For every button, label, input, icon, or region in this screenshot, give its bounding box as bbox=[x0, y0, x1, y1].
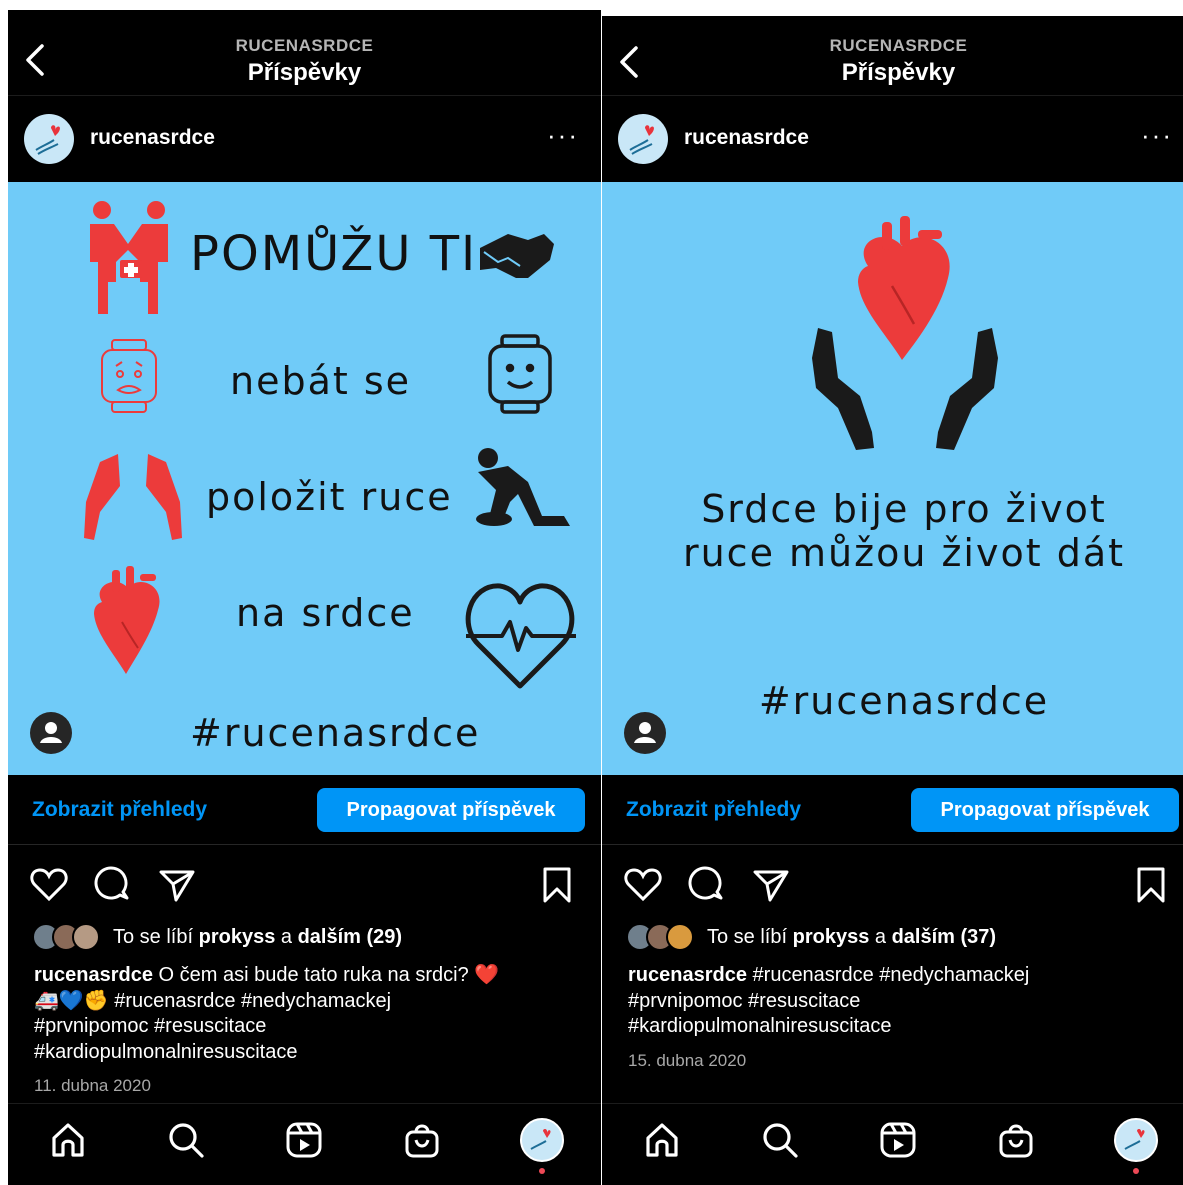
post-header: rucenasrdce ··· bbox=[602, 96, 1183, 182]
liker-avatar bbox=[72, 923, 100, 951]
liker-username[interactable]: prokyss bbox=[199, 926, 276, 948]
promote-button[interactable]: Propagovat příspěvek bbox=[317, 788, 585, 832]
post-date: 15. dubna 2020 bbox=[628, 1051, 747, 1070]
search-icon[interactable] bbox=[758, 1118, 802, 1162]
comment-icon[interactable] bbox=[92, 864, 134, 906]
caption-text-line: O čem asi bude tato ruka na srdci? ❤️ bbox=[158, 964, 500, 986]
caption-text-line: #prvnipomoc #resuscitace bbox=[628, 989, 861, 1012]
likes-summary[interactable]: To se líbí prokyss a dalším (37) bbox=[626, 921, 1183, 953]
post-line-2: ruce můžou život dát bbox=[683, 531, 1125, 575]
reels-icon[interactable] bbox=[282, 1118, 326, 1162]
account-name[interactable]: rucenasrdce bbox=[90, 126, 215, 150]
likes-text: To se líbí prokyss a dalším (29) bbox=[113, 925, 403, 948]
hands-icon bbox=[84, 454, 182, 540]
header-account: RUCENASRDCE bbox=[235, 36, 374, 55]
header-titles: RUCENASRDCE Příspěvky bbox=[602, 36, 1183, 87]
liker-avatars bbox=[32, 923, 107, 951]
cpr-icon bbox=[476, 448, 570, 526]
caption-text-line: #rucenasrdce #nedychamackej bbox=[752, 964, 1030, 986]
avatar[interactable] bbox=[24, 114, 74, 164]
caption-text-line: #kardiopulmonalniresuscitace bbox=[628, 1015, 892, 1037]
heartbeat-icon bbox=[465, 583, 576, 689]
post-screen-left: RUCENASRDCE Příspěvky rucenasrdce ··· PO… bbox=[8, 10, 601, 1185]
caption-text-line: 🚑💙✊ #rucenasrdce #nedychamackej bbox=[34, 989, 392, 1012]
shop-icon[interactable] bbox=[994, 1118, 1038, 1162]
header-account: RUCENASRDCE bbox=[829, 36, 968, 55]
post-line-1: POMŮŽU TI bbox=[190, 225, 477, 282]
post-line-3: položit ruce bbox=[206, 475, 453, 519]
header-titles: RUCENASRDCE Příspěvky bbox=[8, 36, 601, 87]
search-icon[interactable] bbox=[164, 1118, 208, 1162]
post-line-1: Srdce bije pro život bbox=[701, 487, 1107, 531]
liker-avatars bbox=[626, 923, 701, 951]
like-heart-icon[interactable] bbox=[28, 864, 70, 906]
post-actions bbox=[602, 860, 1183, 910]
post-hashtag: #rucenasrdce bbox=[190, 711, 480, 755]
liker-avatar bbox=[666, 923, 694, 951]
more-options-icon[interactable]: ··· bbox=[547, 122, 579, 148]
post-header: rucenasrdce ··· bbox=[8, 96, 601, 182]
bottom-navigation bbox=[8, 1103, 601, 1185]
share-send-icon[interactable] bbox=[750, 864, 792, 906]
caption-username[interactable]: rucenasrdce bbox=[628, 964, 747, 986]
post-line-2: nebát se bbox=[230, 359, 411, 403]
caption-username[interactable]: rucenasrdce bbox=[34, 964, 153, 986]
likes-others[interactable]: dalším (29) bbox=[298, 926, 402, 948]
notification-dot bbox=[1133, 1168, 1139, 1174]
heart-organ-icon bbox=[858, 216, 950, 360]
insights-bar: Zobrazit přehledy Propagovat příspěvek bbox=[8, 775, 601, 845]
post-date: 11. dubna 2020 bbox=[34, 1076, 151, 1095]
post-screen-right: RUCENASRDCE Příspěvky rucenasrdce ··· Sr… bbox=[602, 16, 1183, 1185]
handshake-icon bbox=[480, 234, 554, 278]
helpers-icon bbox=[90, 201, 168, 314]
home-icon[interactable] bbox=[46, 1118, 90, 1162]
home-icon[interactable] bbox=[640, 1118, 684, 1162]
caption-text-line: #kardiopulmonalniresuscitace bbox=[34, 1040, 298, 1063]
bookmark-icon[interactable] bbox=[1130, 864, 1172, 906]
worried-face-icon bbox=[101, 339, 157, 413]
shop-icon[interactable] bbox=[400, 1118, 444, 1162]
post-image[interactable]: POMŮŽU TI nebát se položit ruce na srdce… bbox=[8, 182, 601, 775]
likes-text: To se líbí prokyss a dalším (37) bbox=[707, 925, 997, 948]
insights-bar: Zobrazit přehledy Propagovat příspěvek bbox=[602, 775, 1183, 845]
post-hashtag: #rucenasrdce bbox=[759, 679, 1049, 723]
page-title: Příspěvky bbox=[247, 59, 362, 86]
profile-avatar[interactable] bbox=[520, 1118, 564, 1162]
bookmark-icon[interactable] bbox=[536, 864, 578, 906]
liker-username[interactable]: prokyss bbox=[793, 926, 870, 948]
caption-text-line: #prvnipomoc #resuscitace bbox=[34, 1015, 267, 1037]
view-insights-link[interactable]: Zobrazit přehledy bbox=[32, 798, 207, 822]
likes-summary[interactable]: To se líbí prokyss a dalším (29) bbox=[32, 921, 592, 953]
account-name[interactable]: rucenasrdce bbox=[684, 126, 809, 150]
promote-button[interactable]: Propagovat příspěvek bbox=[911, 788, 1179, 832]
page-title: Příspěvky bbox=[841, 59, 956, 86]
comment-icon[interactable] bbox=[686, 864, 728, 906]
post-image[interactable]: Srdce bije pro život ruce můžou život dá… bbox=[602, 182, 1183, 775]
top-bar: RUCENASRDCE Příspěvky bbox=[602, 16, 1183, 96]
tagged-users-icon[interactable] bbox=[30, 712, 72, 754]
likes-others[interactable]: dalším (37) bbox=[892, 926, 996, 948]
profile-avatar[interactable] bbox=[1114, 1118, 1158, 1162]
top-bar: RUCENASRDCE Příspěvky bbox=[8, 10, 601, 96]
reels-icon[interactable] bbox=[876, 1118, 920, 1162]
post-line-4: na srdce bbox=[236, 591, 415, 635]
notification-dot bbox=[539, 1168, 545, 1174]
tagged-users-icon[interactable] bbox=[624, 712, 666, 754]
heart-organ-icon bbox=[94, 566, 160, 674]
post-actions bbox=[8, 860, 601, 910]
share-send-icon[interactable] bbox=[156, 864, 198, 906]
bottom-navigation bbox=[602, 1103, 1183, 1185]
like-heart-icon[interactable] bbox=[622, 864, 664, 906]
view-insights-link[interactable]: Zobrazit přehledy bbox=[626, 798, 801, 822]
avatar[interactable] bbox=[618, 114, 668, 164]
smiley-face-icon bbox=[488, 334, 552, 414]
post-caption: rucenasrdce #rucenasrdce #nedychamackej … bbox=[628, 963, 1176, 1040]
more-options-icon[interactable]: ··· bbox=[1141, 122, 1173, 148]
post-caption: rucenasrdce O čem asi bude tato ruka na … bbox=[34, 963, 582, 1065]
